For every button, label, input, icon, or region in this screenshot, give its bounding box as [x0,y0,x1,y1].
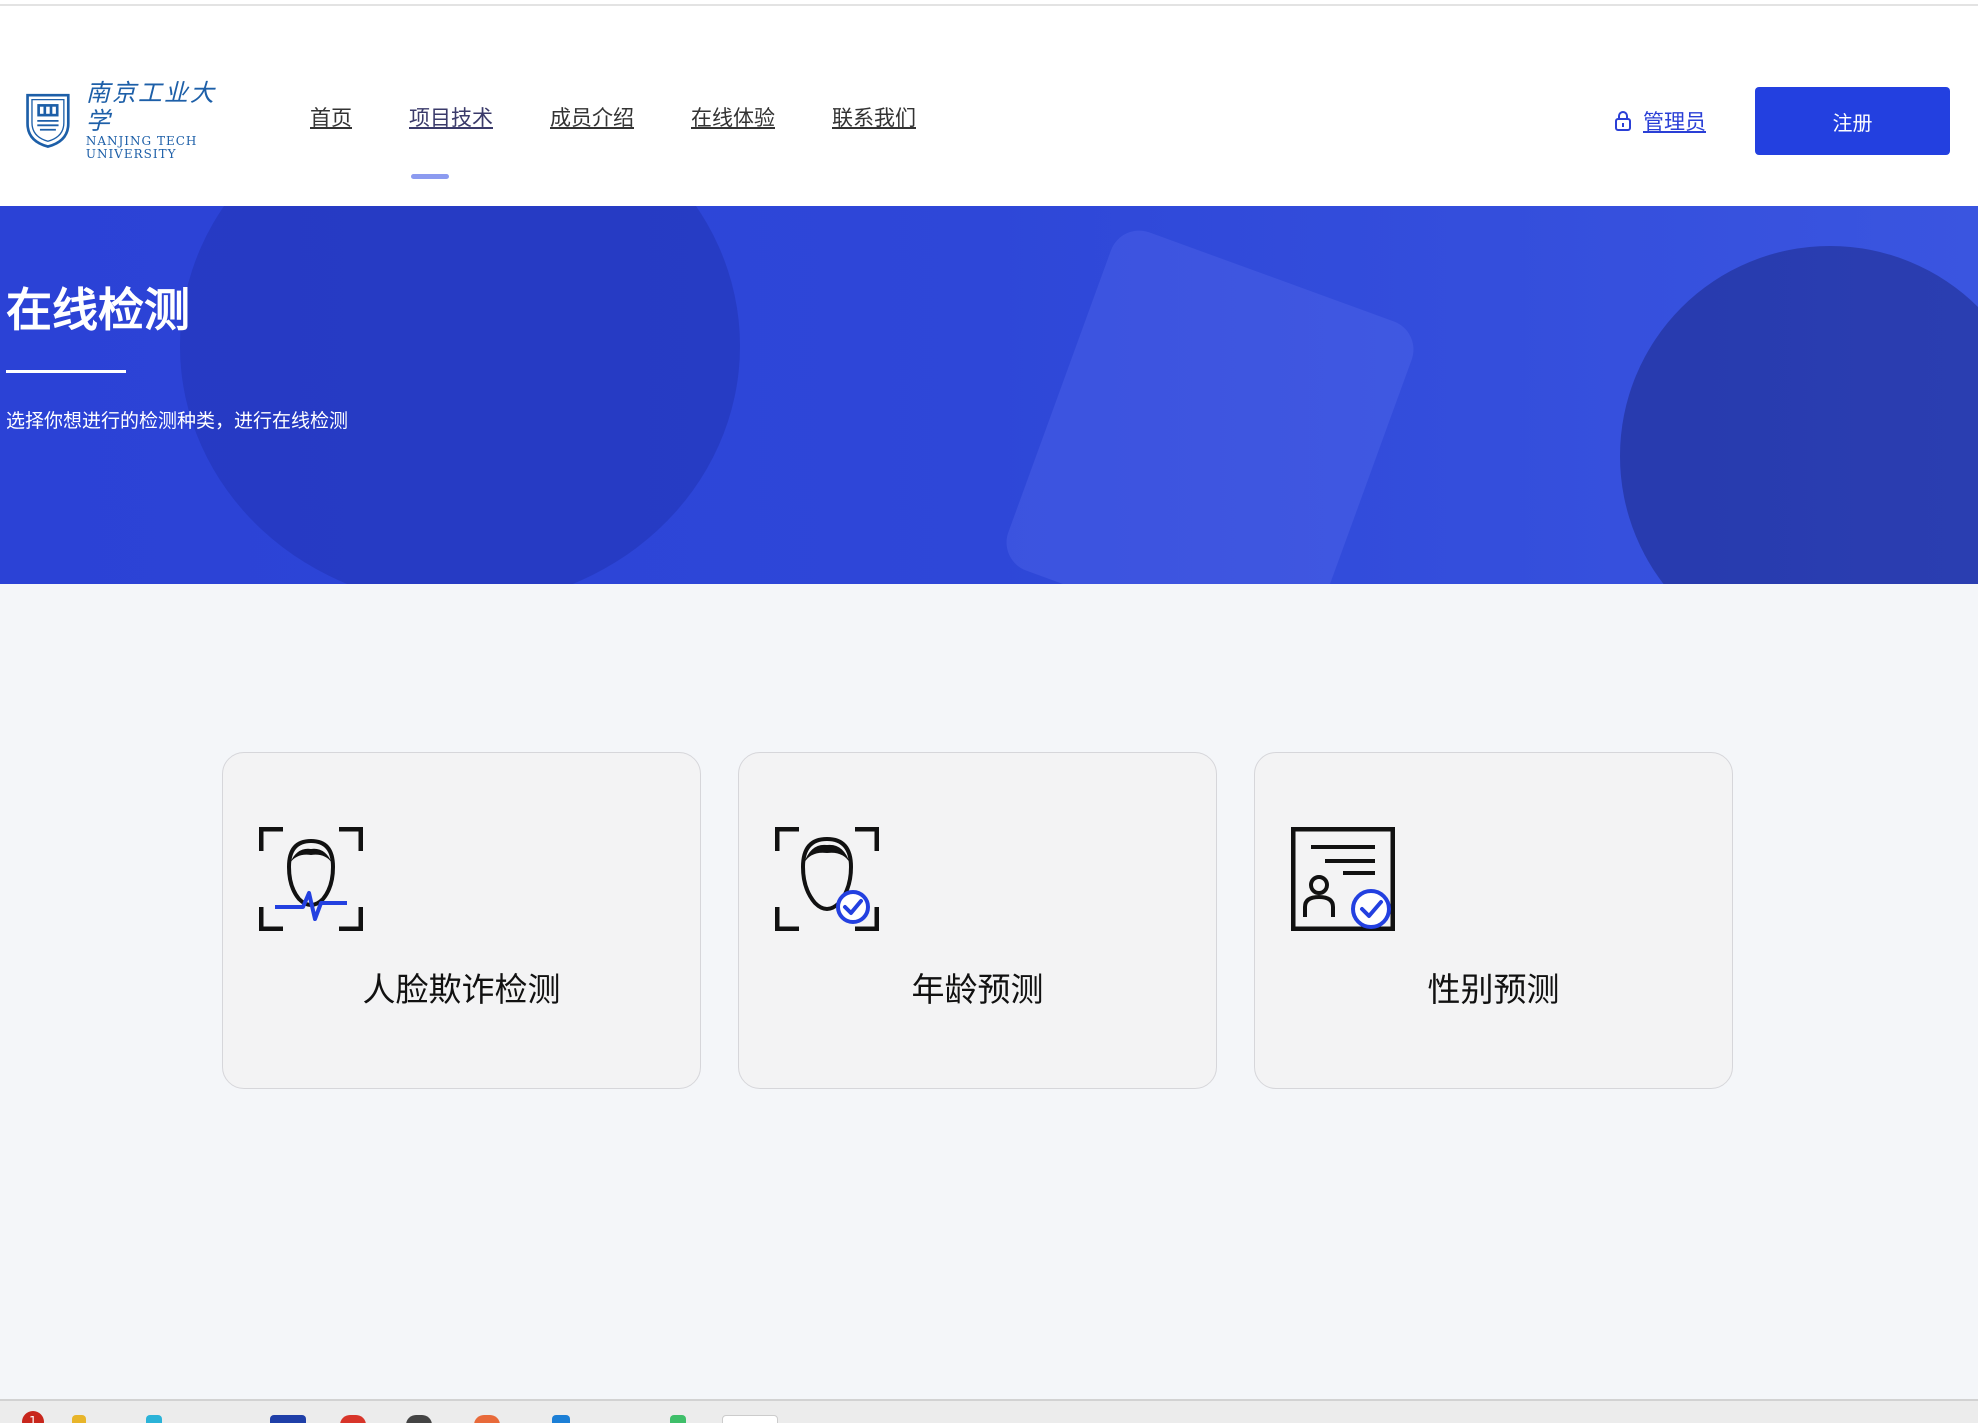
hero-title: 在线检测 [6,283,190,337]
taskbar-app-icon-4[interactable] [340,1415,366,1423]
taskbar-app-icon-3[interactable] [270,1415,306,1423]
card-gender-prediction[interactable]: 性别预测 [1254,752,1733,1089]
nav-item-home[interactable]: 首页 [310,102,352,132]
taskbar-app-icon-6[interactable] [474,1415,500,1423]
notification-badge: 1 [22,1411,44,1423]
register-button[interactable]: 注册 [1755,87,1950,155]
university-seal-icon [26,93,70,148]
id-card-check-icon [1291,827,1395,931]
card-label: 性别预测 [1427,970,1560,1009]
hero-divider [6,370,126,373]
hero-background-plant [1620,246,1978,584]
nav-item-contact[interactable]: 联系我们 [832,102,916,132]
admin-link[interactable]: 管理员 [1613,106,1706,136]
card-age-prediction[interactable]: 年龄预测 [738,752,1217,1089]
face-scan-pulse-icon [259,827,363,931]
nav-item-online-experience[interactable]: 在线体验 [691,102,775,132]
lock-icon [1615,111,1631,131]
site-header: 南京工业大学 NANJING TECH UNIVERSITY 首页 项目技术 成… [0,6,1978,206]
detection-cards: 人脸欺诈检测 年龄预测 性别预测 [222,752,1733,1089]
nav-item-members[interactable]: 成员介绍 [550,102,634,132]
card-label: 人脸欺诈检测 [362,970,561,1009]
os-taskbar: 1 [0,1399,1978,1423]
taskbar-app-icon-1[interactable] [72,1415,86,1423]
nav-active-indicator [411,174,449,179]
card-label: 年龄预测 [911,970,1044,1009]
hero-subtitle: 选择你想进行的检测种类，进行在线检测 [6,410,349,432]
taskbar-app-icon-7[interactable] [552,1415,570,1423]
face-check-icon [775,827,879,931]
taskbar-app-icon-5[interactable] [406,1415,432,1423]
admin-link-label: 管理员 [1643,110,1706,134]
hero-background-light [998,222,1422,584]
logo-english-name-line2: UNIVERSITY [85,147,177,161]
taskbar-app-icon-2[interactable] [146,1415,162,1423]
hero-banner: 在线检测 选择你想进行的检测种类，进行在线检测 [0,206,1978,584]
university-logo[interactable]: 南京工业大学 NANJING TECH UNIVERSITY [24,79,224,161]
taskbar-app-icon-9[interactable] [722,1415,778,1423]
main-nav: 首页 项目技术 成员介绍 在线体验 联系我们 [310,102,973,132]
hero-background-figure [180,206,740,584]
taskbar-app-icon-8[interactable] [670,1415,686,1423]
card-face-fraud-detection[interactable]: 人脸欺诈检测 [222,752,701,1089]
nav-item-project-tech[interactable]: 项目技术 [409,102,493,132]
logo-chinese-name: 南京工业大学 [85,79,216,135]
